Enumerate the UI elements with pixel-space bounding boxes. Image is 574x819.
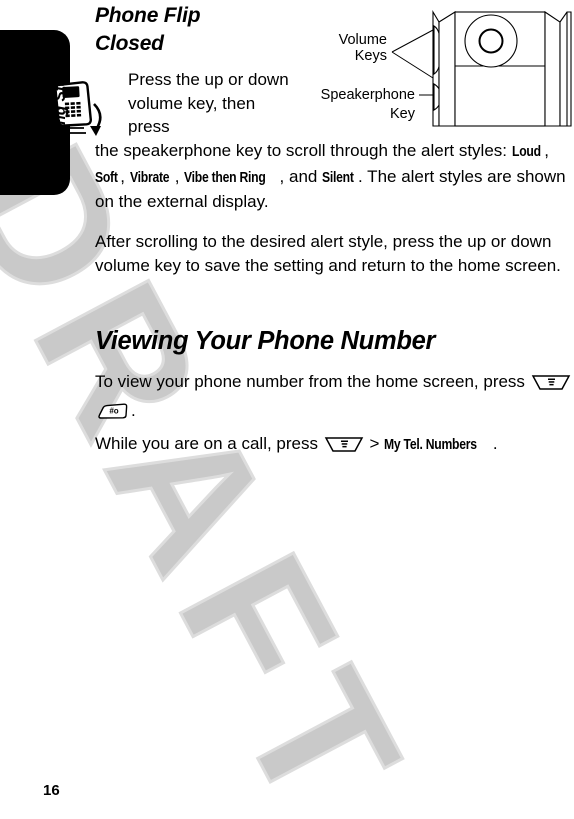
- call-outro: .: [492, 434, 498, 453]
- manual-page: DRAFT Getting Started Phone Flip Closed …: [0, 0, 574, 819]
- alert-style-loud: Loud: [511, 144, 541, 160]
- svg-text:#o: #o: [109, 406, 118, 415]
- menu-item-my-tel-numbers: My Tel. Numbers: [384, 437, 477, 453]
- pound-key-glyph: #o: [96, 402, 130, 428]
- alert-style-soft: Soft: [95, 169, 118, 186]
- callout-volume-keys-line-2: Keys: [355, 48, 387, 64]
- menu-key-glyph: [324, 435, 364, 461]
- sep-and: , and: [279, 166, 323, 186]
- draft-watermark-text: DRAFT: [0, 113, 449, 819]
- view-intro: To view your phone number from the home …: [95, 372, 530, 391]
- page-title-line-1: Phone Flip: [95, 4, 201, 27]
- sep-3: ,: [174, 166, 185, 186]
- alert-style-vibrate: Vibrate: [129, 169, 170, 186]
- menu-key-glyph: [531, 373, 571, 399]
- phone-side-view-figure: Volume Keys Speakerphone Key: [275, 0, 574, 135]
- alert-style-vibe-then-ring: Vibe then Ring: [184, 169, 266, 186]
- page-title-line-2: Closed: [95, 32, 164, 55]
- sep-2: ,: [120, 166, 130, 186]
- paragraph-after-scrolling: After scrolling to the desired alert sty…: [95, 232, 561, 275]
- paragraph-on-a-call: While you are on a call, press > My Tel.…: [95, 432, 574, 461]
- alert-styles-intro: the speakerphone key to scroll through t…: [95, 141, 512, 160]
- view-outro: .: [131, 400, 136, 420]
- sep-1: ,: [544, 141, 549, 160]
- paragraph-view-phone-number: To view your phone number from the home …: [95, 370, 574, 427]
- page-number: 16: [43, 782, 60, 799]
- callout-volume-keys-line-1: Volume: [339, 32, 387, 48]
- alert-style-silent: Silent: [322, 169, 354, 186]
- callout-speakerphone-key-line-2: Key: [390, 106, 416, 122]
- paragraph-alert-styles: the speakerphone key to scroll through t…: [95, 139, 574, 214]
- section-heading-viewing-phone-number: Viewing Your Phone Number: [95, 327, 436, 355]
- callout-speakerphone-key-line-1: Speakerphone: [321, 87, 415, 103]
- page-title: Phone Flip Closed: [95, 2, 255, 58]
- paragraph-press-volume: Press the up or down volume key, then pr…: [128, 70, 289, 136]
- phone-motion-icon: [38, 68, 114, 144]
- chapter-label: Getting Started: [52, 48, 69, 160]
- call-intro: While you are on a call, press: [95, 434, 323, 453]
- call-separator: >: [364, 434, 385, 453]
